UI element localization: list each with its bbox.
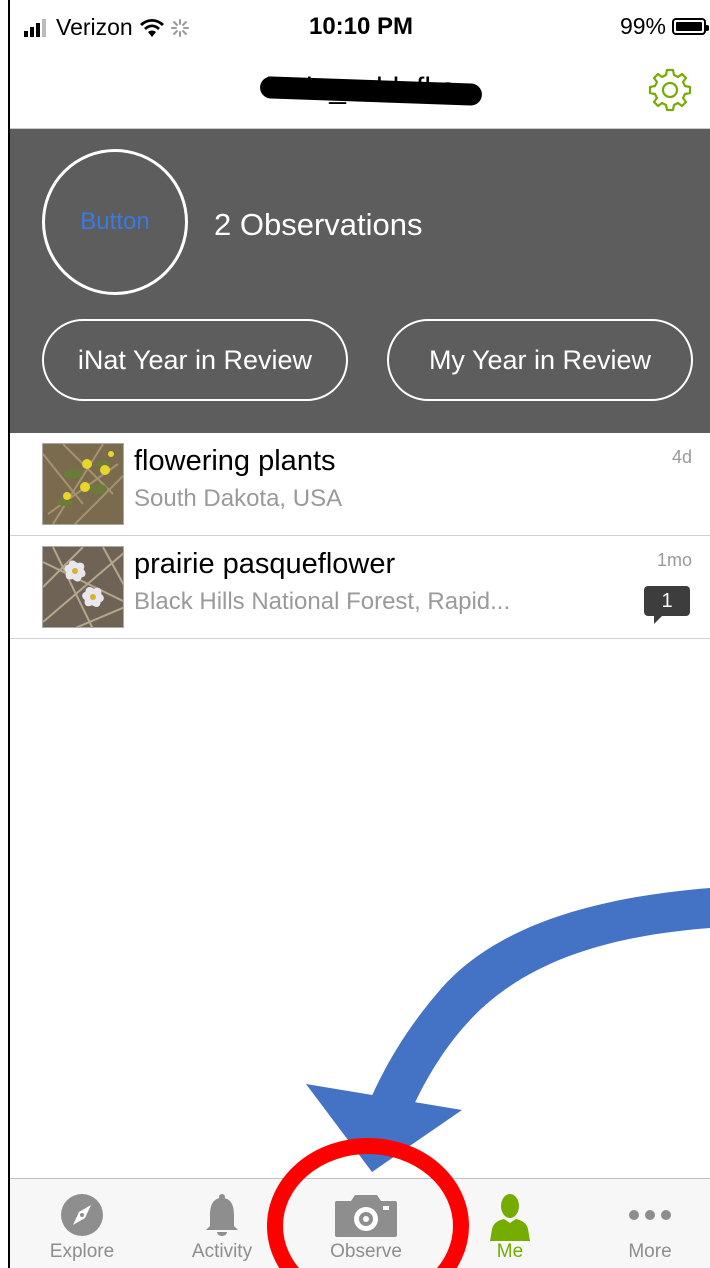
tab-observe[interactable]: Observe — [296, 1179, 436, 1268]
tab-label: Explore — [49, 1241, 115, 1262]
bell-icon — [206, 1194, 238, 1236]
observation-row[interactable]: flowering plants South Dakota, USA 4d — [10, 433, 710, 536]
compass-icon — [61, 1194, 103, 1236]
observation-place: Black Hills National Forest, Rapid... — [134, 588, 511, 615]
tab-activity[interactable]: Activity — [152, 1179, 292, 1268]
observation-thumbnail — [42, 546, 124, 628]
tab-explore[interactable]: Explore — [12, 1179, 152, 1268]
observation-place: South Dakota, USA — [134, 485, 343, 512]
navigation-bar: katie_schlafke — [10, 54, 710, 129]
tab-label: Activity — [191, 1241, 253, 1262]
app-screen: Verizon 10:10 PM 99% katie_schlafke — [8, 0, 710, 1268]
observation-age: 4d — [671, 447, 692, 467]
observation-title: prairie pasqueflower — [134, 548, 396, 580]
tab-more[interactable]: More — [580, 1179, 710, 1268]
tab-bar: Explore Activity Observe Me More — [10, 1178, 710, 1268]
observation-thumbnail — [42, 443, 124, 525]
gear-icon[interactable] — [648, 68, 692, 112]
profile-header: Button 2 Observations iNat Year in Revie… — [10, 129, 710, 433]
inat-year-in-review-button[interactable]: iNat Year in Review — [42, 319, 348, 401]
person-icon — [490, 1194, 530, 1241]
status-bar: Verizon 10:10 PM 99% — [10, 0, 710, 54]
observation-title: flowering plants — [134, 445, 336, 477]
my-year-in-review-button[interactable]: My Year in Review — [387, 319, 693, 401]
tab-label: Observe — [330, 1241, 402, 1262]
avatar-button[interactable]: Button — [42, 149, 188, 295]
observations-count: 2 Observations — [214, 207, 423, 242]
comment-count-badge: 1 — [644, 586, 690, 624]
camera-icon — [335, 1195, 397, 1237]
more-dots-icon — [629, 1210, 671, 1220]
tab-label: Me — [496, 1241, 524, 1262]
battery-percent: 99% — [619, 13, 666, 39]
battery-icon — [672, 18, 709, 35]
observation-row[interactable]: prairie pasqueflower Black Hills Nationa… — [10, 536, 710, 639]
observation-age: 1mo — [656, 550, 692, 570]
tab-me[interactable]: Me — [440, 1179, 580, 1268]
tab-label: More — [628, 1241, 672, 1262]
clock: 10:10 PM — [308, 13, 414, 40]
